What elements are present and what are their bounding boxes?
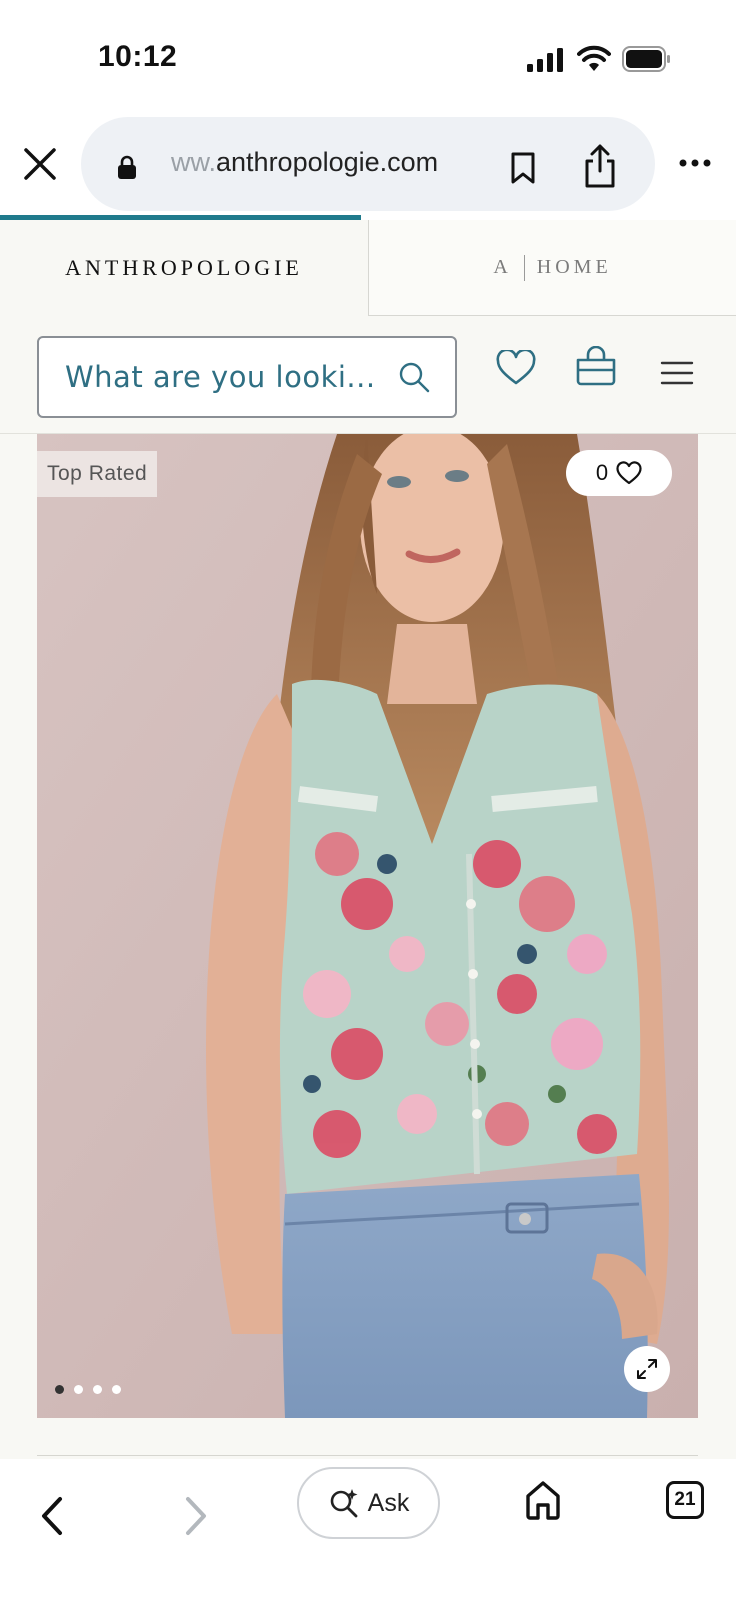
wishlist-heart-icon[interactable] [496, 350, 536, 386]
expand-icon [637, 1359, 657, 1379]
product-image[interactable] [37, 434, 698, 1418]
hamburger-menu-icon[interactable] [660, 360, 694, 386]
search-placeholder: What are you looki... [65, 360, 376, 394]
url-domain: anthropologie.com [216, 147, 439, 177]
cellular-signal-icon [527, 48, 563, 72]
tab-a-home-prefix: A [493, 256, 512, 278]
tab-a-home-label: HOME [536, 256, 612, 278]
browser-bottom-toolbar: Ask 21 [0, 1459, 736, 1600]
search-input[interactable]: What are you looki... [37, 336, 457, 418]
tab-separator [523, 254, 525, 281]
wifi-icon [577, 45, 611, 71]
tab-count: 21 [674, 1489, 696, 1510]
ask-search-sparkle-icon [330, 1489, 358, 1518]
share-icon[interactable] [583, 143, 617, 189]
brand-tabs: ANTHROPOLOGIE A HOME [0, 220, 736, 316]
ask-button[interactable]: Ask [297, 1467, 440, 1539]
url-prefix: ww. [171, 147, 217, 177]
carousel-dot[interactable] [74, 1385, 83, 1394]
close-icon[interactable] [22, 146, 58, 182]
favorite-count: 0 [595, 460, 609, 485]
expand-image-button[interactable] [624, 1346, 670, 1392]
site-header: What are you looki... [0, 316, 736, 434]
tab-a-home[interactable]: A HOME [368, 220, 736, 316]
carousel-dot[interactable] [112, 1385, 121, 1394]
lock-icon [118, 155, 136, 179]
address-bar[interactable]: ww.anthropologie.com [81, 117, 655, 211]
carousel-dot[interactable] [55, 1385, 64, 1394]
tabs-count-button[interactable]: 21 [666, 1481, 704, 1519]
home-icon[interactable] [524, 1479, 562, 1521]
more-options-icon[interactable] [678, 156, 712, 170]
shopping-bag-icon[interactable] [575, 346, 617, 386]
status-bar: 10:12 [0, 0, 736, 110]
tab-anthropologie-label: ANTHROPOLOGIE [65, 255, 303, 280]
url-text[interactable]: ww.anthropologie.com [171, 147, 471, 178]
top-rated-badge: Top Rated [37, 451, 158, 497]
ask-label: Ask [367, 1488, 410, 1517]
carousel-dots [55, 1385, 121, 1394]
favorite-button[interactable]: 0 [566, 450, 672, 496]
tab-anthropologie[interactable]: ANTHROPOLOGIE [0, 220, 368, 316]
content-divider [37, 1455, 698, 1456]
search-icon[interactable] [397, 360, 431, 394]
bookmark-icon[interactable] [509, 151, 537, 185]
status-time: 10:12 [98, 40, 178, 73]
battery-icon [622, 46, 670, 72]
browser-url-row: ww.anthropologie.com [0, 110, 736, 216]
heart-icon [616, 461, 642, 485]
carousel-dot[interactable] [93, 1385, 102, 1394]
product-photo [37, 434, 698, 1418]
forward-arrow-icon[interactable] [180, 1495, 212, 1537]
back-arrow-icon[interactable] [36, 1495, 68, 1537]
